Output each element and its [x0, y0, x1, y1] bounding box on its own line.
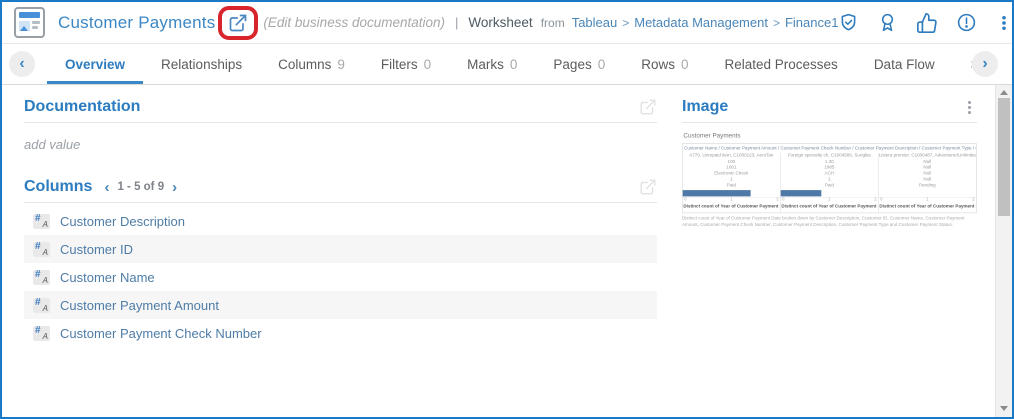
tab-label: Data Flow: [874, 57, 935, 72]
column-row[interactable]: # A Customer Payment Amount: [24, 291, 657, 319]
mini-bar: [781, 190, 822, 196]
worksheet-preview-image[interactable]: Customer Payments Customer Name / Custom…: [682, 132, 977, 252]
scroll-down-icon[interactable]: [996, 401, 1012, 415]
tab-count: 0: [681, 57, 689, 72]
columns-title: Columns: [24, 178, 92, 196]
certification-ribbon-icon[interactable]: [877, 12, 898, 33]
tab-label: Marks: [467, 57, 504, 72]
columns-list: # A Customer Description # A Customer ID…: [24, 207, 657, 347]
tabs-scroll-right-button[interactable]: ›: [972, 51, 998, 77]
header-actions: [838, 12, 1014, 34]
tab-bar: ‹ Overview Relationships Columns 9 Filte…: [2, 44, 1012, 85]
tab-data-flow[interactable]: Data Flow: [856, 44, 953, 84]
thumbs-up-icon[interactable]: [916, 12, 938, 34]
column-link[interactable]: Customer Payment Check Number: [60, 326, 262, 341]
tab-filters[interactable]: Filters 0: [363, 44, 449, 84]
alert-circle-icon[interactable]: [956, 12, 977, 33]
numeric-text-field-icon: # A: [33, 270, 50, 285]
thumbnail-title: Customer Payments: [683, 132, 976, 139]
chevron-right-icon: ›: [982, 55, 987, 73]
tab-label: Rows: [641, 57, 675, 72]
scrollbar-thumb[interactable]: [998, 98, 1010, 216]
numeric-text-field-icon: # A: [33, 214, 50, 229]
tab-relationships[interactable]: Relationships: [143, 44, 260, 84]
tab-count: 0: [510, 57, 518, 72]
tab-label: Related Processes: [725, 57, 838, 72]
pagination-next-icon[interactable]: ›: [172, 179, 177, 196]
breadcrumb-link-metadata-management[interactable]: Metadata Management: [634, 15, 768, 30]
thumbnail-header-row: Customer Name / Customer Payment Amount …: [683, 144, 976, 153]
page-title: Customer Payments: [58, 13, 215, 33]
tab-pages[interactable]: Pages 0: [535, 44, 623, 84]
app-window: Customer Payments (Edit business documen…: [0, 0, 1014, 419]
tab-rows[interactable]: Rows 0: [623, 44, 706, 84]
breadcrumb: Tableau > Metadata Management > Finance1: [572, 15, 839, 30]
thumbnail-panel: A770, Unrepaid item, C1000123, AeroTan 1…: [683, 153, 780, 213]
tab-label: Overview: [65, 57, 125, 72]
column-row[interactable]: # A Customer Name: [24, 263, 657, 291]
column-row[interactable]: # A Customer Description: [24, 207, 657, 235]
tab-count: 0: [598, 57, 606, 72]
tab-label: Se: [971, 57, 972, 72]
more-vertical-icon[interactable]: [995, 13, 1013, 33]
columns-pagination: ‹ 1 - 5 of 9 ›: [104, 179, 177, 196]
breadcrumb-separator: >: [622, 16, 629, 30]
documentation-section: Documentation add value: [24, 98, 657, 152]
thumbnail-table: Customer Name / Customer Payment Amount …: [682, 143, 977, 213]
edit-documentation-icon[interactable]: [639, 98, 657, 116]
page-header: Customer Payments (Edit business documen…: [2, 2, 1012, 44]
tab-label: Pages: [553, 57, 591, 72]
column-row[interactable]: # A Customer Payment Check Number: [24, 319, 657, 347]
tabs-scroll-left-button[interactable]: ‹: [9, 51, 35, 77]
edit-columns-icon[interactable]: [639, 178, 657, 196]
vertical-scrollbar[interactable]: [995, 85, 1012, 417]
numeric-text-field-icon: # A: [33, 242, 50, 257]
pagination-prev-icon[interactable]: ‹: [104, 179, 109, 196]
tab-count: 9: [337, 57, 345, 72]
object-type-label: Worksheet: [468, 15, 532, 30]
documentation-title: Documentation: [24, 98, 140, 116]
red-highlight-annotation: [218, 6, 258, 40]
thumbnail-panel: Foreign specialty ch, C1004586, Sunglas …: [780, 153, 878, 213]
tab-truncated[interactable]: Se: [953, 44, 972, 84]
external-link-icon[interactable]: [228, 13, 248, 33]
image-menu-icon[interactable]: [962, 99, 977, 116]
pagination-range: 1 - 5 of 9: [117, 181, 164, 193]
from-label: from: [541, 16, 565, 30]
columns-section: Columns ‹ 1 - 5 of 9 › # A Cu: [24, 178, 657, 347]
numeric-text-field-icon: # A: [33, 326, 50, 341]
column-link[interactable]: Customer Description: [60, 214, 185, 229]
image-title: Image: [682, 98, 728, 116]
breadcrumb-link-tableau[interactable]: Tableau: [572, 15, 618, 30]
documentation-placeholder[interactable]: add value: [24, 137, 657, 152]
mini-bar: [683, 190, 751, 196]
tab-related-processes[interactable]: Related Processes: [707, 44, 856, 84]
tabs: Overview Relationships Columns 9 Filters…: [47, 44, 972, 84]
column-link[interactable]: Customer ID: [60, 242, 133, 257]
tab-label: Columns: [278, 57, 331, 72]
header-divider: |: [455, 15, 458, 30]
tab-columns[interactable]: Columns 9: [260, 44, 363, 84]
tab-overview[interactable]: Overview: [47, 44, 143, 84]
thumbnail-panel: Listera premier, C1000487, Adventurer/Un…: [878, 153, 976, 213]
breadcrumb-link-finance1[interactable]: Finance1: [785, 15, 838, 30]
tab-count: 0: [424, 57, 432, 72]
edit-documentation-hint[interactable]: (Edit business documentation): [263, 15, 445, 30]
image-section: Image Customer Payments Customer Name / …: [682, 98, 977, 252]
chevron-left-icon: ‹: [19, 55, 24, 73]
tab-label: Relationships: [161, 57, 242, 72]
column-link[interactable]: Customer Name: [60, 270, 155, 285]
numeric-text-field-icon: # A: [33, 298, 50, 313]
thumbnail-caption: Distinct count of Year of Customer Payme…: [682, 216, 977, 228]
shield-check-icon[interactable]: [838, 12, 859, 33]
scroll-up-icon[interactable]: [996, 85, 1012, 99]
tab-marks[interactable]: Marks 0: [449, 44, 535, 84]
tab-label: Filters: [381, 57, 418, 72]
breadcrumb-separator: >: [773, 16, 780, 30]
column-row[interactable]: # A Customer ID: [24, 235, 657, 263]
column-link[interactable]: Customer Payment Amount: [60, 298, 219, 313]
worksheet-icon: [14, 7, 45, 38]
